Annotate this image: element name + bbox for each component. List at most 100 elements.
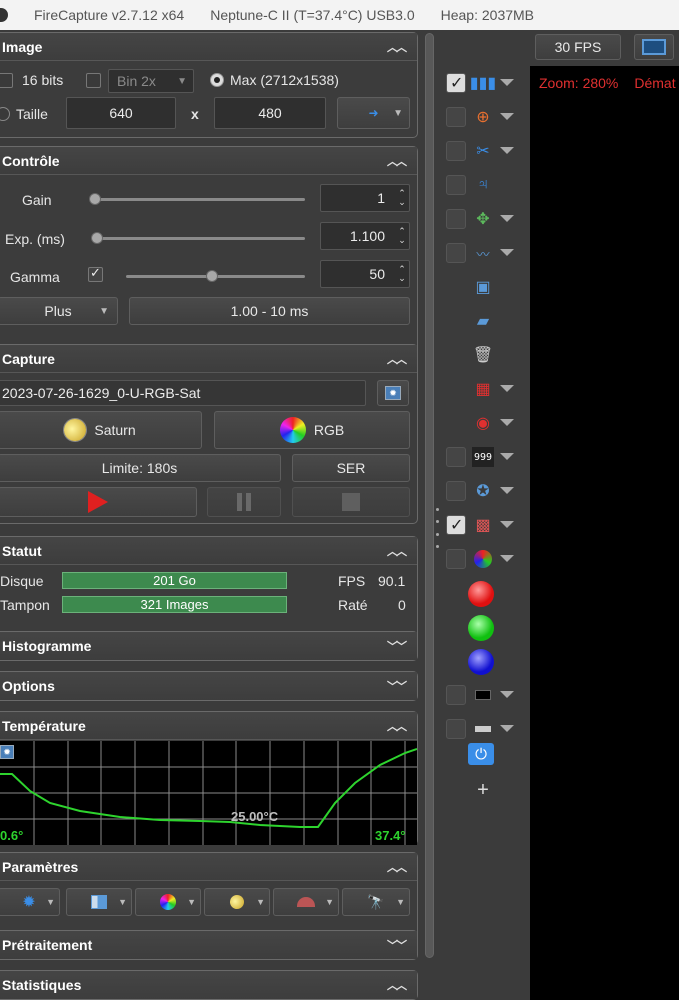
- blue-channel-icon[interactable]: [468, 649, 494, 675]
- bin-select[interactable]: Bin 2x ▼: [108, 69, 194, 93]
- exposure-slider[interactable]: [95, 237, 305, 240]
- collapse-up-icon[interactable]: ︿︿: [387, 718, 407, 734]
- bits-checkbox[interactable]: [0, 73, 13, 88]
- counter-icon[interactable]: 999: [472, 447, 494, 467]
- crosshair-icon[interactable]: ⊕: [472, 107, 494, 127]
- expand-down-icon[interactable]: ﹀﹀: [387, 937, 407, 953]
- focus-toggle[interactable]: [446, 481, 466, 501]
- mosaic-toggle[interactable]: ✓: [446, 515, 466, 535]
- parameters-panel-header[interactable]: Paramètres ︿︿: [0, 853, 417, 881]
- collapse-up-icon[interactable]: ︿︿: [387, 977, 407, 993]
- black-toggle[interactable]: [446, 685, 466, 705]
- histogram-panel-header[interactable]: Histogramme ﹀﹀: [0, 632, 417, 660]
- plus-icon[interactable]: +: [472, 779, 494, 801]
- height-field[interactable]: 480: [214, 97, 326, 129]
- gamma-spinner[interactable]: 50 ⌃ ⌄: [320, 260, 410, 288]
- filter-button[interactable]: RGB: [214, 411, 410, 449]
- pause-button[interactable]: [207, 487, 281, 517]
- spinner-arrows-icon[interactable]: ⌃ ⌄: [394, 185, 410, 211]
- bin-checkbox[interactable]: [86, 73, 101, 88]
- jupiter-toggle[interactable]: [446, 175, 466, 195]
- expand-down-icon[interactable]: ﹀﹀: [387, 678, 407, 694]
- options-panel-header[interactable]: Options ﹀﹀: [0, 672, 417, 700]
- status-panel-header[interactable]: Statut ︿︿: [0, 537, 417, 565]
- chevron-down-icon[interactable]: [500, 453, 514, 460]
- black-level-icon[interactable]: [472, 685, 494, 705]
- drag-handle[interactable]: [436, 508, 440, 548]
- scrollbar-thumb[interactable]: [425, 33, 434, 958]
- filename-field[interactable]: 2023-07-26-1629_0-U-RGB-Sat: [0, 380, 366, 406]
- chevron-down-icon[interactable]: [500, 419, 514, 426]
- focus-target-icon[interactable]: ✪: [472, 481, 494, 501]
- signal-toggle[interactable]: [446, 243, 466, 263]
- collapse-up-icon[interactable]: ︿︿: [387, 859, 407, 875]
- gain-slider-handle[interactable]: [89, 193, 101, 205]
- folder-icon[interactable]: ▰: [472, 311, 494, 331]
- temperature-settings-icon[interactable]: ✹: [0, 745, 14, 759]
- size-radio[interactable]: [0, 107, 10, 121]
- align-toggle[interactable]: [446, 209, 466, 229]
- planet-dropdown[interactable]: ▼: [204, 888, 270, 916]
- chevron-down-icon[interactable]: [500, 249, 514, 256]
- layout-dropdown[interactable]: ▼: [66, 888, 132, 916]
- capture-panel-header[interactable]: Capture ︿︿: [0, 345, 417, 373]
- jupiter-symbol-icon[interactable]: ♃: [472, 175, 494, 195]
- exposure-spinner[interactable]: 1.100 ⌃ ⌄: [320, 222, 410, 250]
- chevron-down-icon[interactable]: [500, 521, 514, 528]
- white-toggle[interactable]: [446, 719, 466, 739]
- gamma-slider-handle[interactable]: [206, 270, 218, 282]
- control-panel-header[interactable]: Contrôle ︿︿: [0, 147, 417, 175]
- apply-size-button[interactable]: ➜ ▼: [337, 97, 410, 129]
- settings-dropdown[interactable]: ✹ ▼: [0, 888, 60, 916]
- exposure-range-button[interactable]: 1.00 - 10 ms: [129, 297, 410, 325]
- counter-toggle[interactable]: [446, 447, 466, 467]
- more-dropdown[interactable]: Plus ▼: [0, 297, 118, 325]
- max-radio[interactable]: [210, 73, 224, 87]
- flat-frame-icon[interactable]: ◉: [472, 413, 494, 433]
- preprocessing-panel-header[interactable]: Prétraitement ﹀﹀: [0, 931, 417, 959]
- dark-frame-icon[interactable]: ▦: [472, 379, 494, 399]
- gain-spinner[interactable]: 1 ⌃ ⌄: [320, 184, 410, 212]
- bar-chart-icon[interactable]: ▮▮▮: [470, 73, 496, 93]
- object-button[interactable]: Saturn: [0, 411, 202, 449]
- image-panel-header[interactable]: Image ︿︿: [0, 33, 417, 61]
- chevron-down-icon[interactable]: [500, 385, 514, 392]
- collapse-up-icon[interactable]: ︿︿: [387, 543, 407, 559]
- spinner-arrows-icon[interactable]: ⌃ ⌄: [394, 261, 410, 287]
- red-channel-icon[interactable]: [468, 581, 494, 607]
- chevron-down-icon[interactable]: [500, 691, 514, 698]
- chevron-down-icon[interactable]: [500, 555, 514, 562]
- record-button[interactable]: [0, 487, 197, 517]
- image-viewer[interactable]: [530, 30, 679, 1000]
- waveform-icon[interactable]: 〰: [472, 243, 494, 263]
- gamma-checkbox[interactable]: ✓: [88, 265, 103, 282]
- cut-toggle[interactable]: [446, 141, 466, 161]
- expand-down-icon[interactable]: ﹀﹀: [387, 638, 407, 654]
- collapse-up-icon[interactable]: ︿︿: [387, 39, 407, 55]
- panel-scrollbar[interactable]: [422, 30, 436, 1000]
- chevron-down-icon[interactable]: [500, 725, 514, 732]
- chevron-down-icon[interactable]: [500, 113, 514, 120]
- move-arrows-icon[interactable]: ✥: [472, 209, 494, 229]
- collapse-up-icon[interactable]: ︿︿: [387, 351, 407, 367]
- stop-button[interactable]: [292, 487, 410, 517]
- green-channel-icon[interactable]: [468, 615, 494, 641]
- exposure-slider-handle[interactable]: [91, 232, 103, 244]
- chevron-down-icon[interactable]: [500, 147, 514, 154]
- temperature-panel-header[interactable]: Température ︿︿: [0, 712, 417, 740]
- collapse-up-icon[interactable]: ︿︿: [387, 153, 407, 169]
- crosshair-toggle[interactable]: [446, 107, 466, 127]
- fullscreen-button[interactable]: [634, 34, 674, 60]
- power-icon[interactable]: ⏻: [468, 743, 494, 765]
- histogram-toggle[interactable]: ✓: [446, 73, 466, 93]
- width-field[interactable]: 640: [66, 97, 176, 129]
- telescope-dropdown[interactable]: 🔭 ▼: [342, 888, 410, 916]
- color-dropdown[interactable]: ▼: [135, 888, 201, 916]
- white-level-icon[interactable]: [472, 719, 494, 739]
- scissors-icon[interactable]: ✂: [472, 141, 494, 161]
- bayer-grid-icon[interactable]: ▩: [472, 515, 494, 535]
- filename-settings-button[interactable]: ✹: [377, 380, 409, 406]
- limit-button[interactable]: Limite: 180s: [0, 454, 281, 482]
- chevron-down-icon[interactable]: [500, 215, 514, 222]
- format-button[interactable]: SER: [292, 454, 410, 482]
